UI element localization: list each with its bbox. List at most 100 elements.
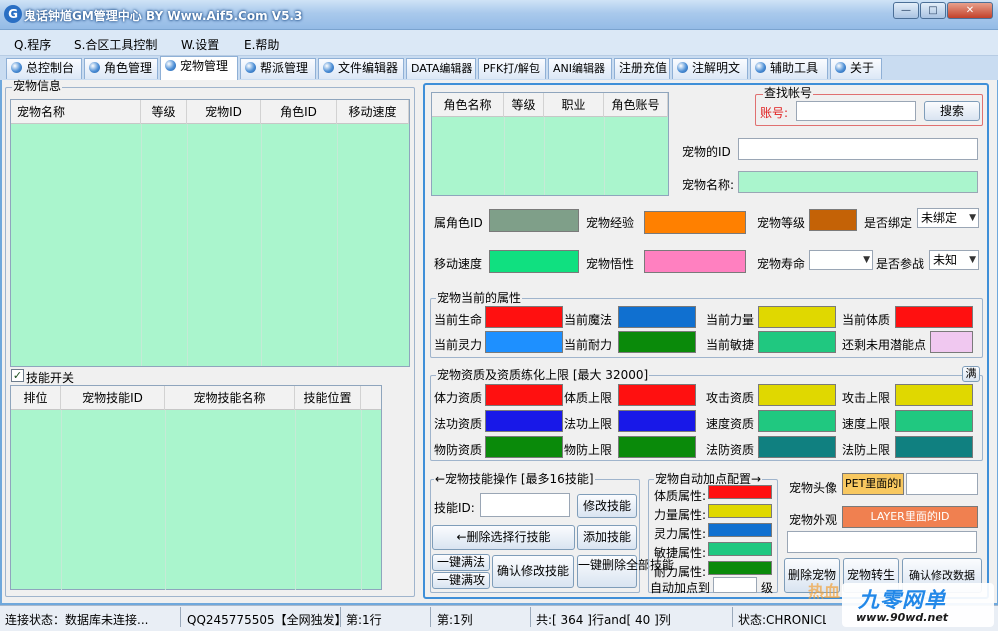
aptitude-title: 宠物资质及资质练化上限 [最大 32000] [436,368,650,382]
find-account-title: 查找帐号 [763,86,814,100]
col-role-id[interactable]: 角色ID [261,100,337,124]
owner-id-input[interactable] [489,209,579,232]
one-key-full-magic-button[interactable]: 一键满法 [432,554,490,571]
col-role-name[interactable]: 角色名称 [432,93,504,117]
tab-annotation[interactable]: 注解明文 [672,58,748,79]
auto-agi-input[interactable] [708,542,772,556]
menu-help[interactable]: E.帮助 [244,36,279,53]
auto-str-input[interactable] [708,504,772,518]
confirm-skill-button[interactable]: 确认修改技能 [492,555,574,588]
skill-switch-checkbox[interactable]: ✓ [11,369,24,382]
mdef-limit-input[interactable] [895,436,973,458]
tab-icon [755,62,766,73]
auto-end-input[interactable] [708,561,772,575]
auto-spi-input[interactable] [708,523,772,537]
maximize-button[interactable]: □ [920,2,946,19]
menu-merge-tools[interactable]: S.合区工具控制 [74,36,157,53]
max-aptitude-button[interactable]: 满 [962,366,980,382]
tab-pet-manage[interactable]: 宠物管理 [160,56,238,80]
cur-mp-input[interactable] [618,306,696,328]
tab-label: 文件编辑器 [338,61,399,75]
pet-head-label: 宠物头像 [789,481,838,495]
con-limit-input[interactable] [618,384,696,406]
pdef-apt-input[interactable] [485,436,563,458]
unused-points-input[interactable] [930,331,973,353]
col-pet-name[interactable]: 宠物名称 [11,100,141,124]
col-role-account[interactable]: 角色账号 [604,93,668,117]
watermark-hot-text: 热血 [808,582,841,601]
pet-level-input[interactable] [809,209,857,231]
cur-hp-input[interactable] [485,306,563,328]
tab-guild-manage[interactable]: 帮派管理 [240,58,316,79]
auto-con-input[interactable] [708,485,772,499]
cur-con-input[interactable] [895,306,973,328]
delete-selected-skill-button[interactable]: ←删除选择行技能 [432,525,575,550]
tab-file-editor[interactable]: 文件编辑器 [318,58,404,79]
tab-label: 宠物管理 [180,59,229,73]
atk-limit-label: 攻击上限 [842,391,891,405]
tab-about[interactable]: 关于 [830,58,882,79]
cur-str-input[interactable] [758,306,836,328]
col-rank[interactable]: 排位 [11,386,61,410]
col-skill-id[interactable]: 宠物技能ID [61,386,165,410]
col-pet-id[interactable]: 宠物ID [187,100,261,124]
menu-program[interactable]: Q.程序 [14,36,51,53]
tab-aux-tools[interactable]: 辅助工具 [750,58,828,79]
col-level[interactable]: 等级 [141,100,187,124]
col-job[interactable]: 职业 [544,93,604,117]
add-skill-button[interactable]: 添加技能 [577,525,637,550]
skill-id-input[interactable] [480,493,570,517]
connection-status: 连接状态：数据库未连接... [5,613,149,627]
move-speed-input[interactable] [489,250,579,273]
tab-data-editor[interactable]: DATA编辑器 [406,58,476,79]
col-role-level[interactable]: 等级 [504,93,544,117]
watermark-url: www.90wd.net [856,611,949,624]
search-button[interactable]: 搜索 [924,101,980,121]
col-move-speed[interactable]: 移动速度 [337,100,409,124]
minimize-button[interactable]: — [893,2,919,19]
atk-apt-input[interactable] [758,384,836,406]
cur-end-input[interactable] [618,331,696,353]
pet-head-input[interactable] [906,473,978,495]
role-table[interactable]: 角色名称 等级 职业 角色账号 [431,92,669,196]
savvy-input[interactable] [644,250,746,273]
mag-apt-input[interactable] [485,410,563,432]
auto-str-label: 力量属性: [654,508,707,522]
pet-id-input[interactable] [738,138,978,160]
atk-limit-input[interactable] [895,384,973,406]
tab-register-recharge[interactable]: 注册充值 [614,58,670,79]
pdef-limit-input[interactable] [618,436,696,458]
tab-role-manage[interactable]: 角色管理 [84,58,158,79]
mdef-apt-input[interactable] [758,436,836,458]
tab-pfk-pack[interactable]: PFK打/解包 [478,58,546,79]
close-button[interactable]: ✕ [947,2,993,19]
pet-list-table[interactable]: 宠物名称 等级 宠物ID 角色ID 移动速度 [10,99,410,367]
tab-ani-editor[interactable]: ANI编辑器 [548,58,612,79]
spd-apt-input[interactable] [758,410,836,432]
pet-name-input[interactable] [738,171,978,193]
menu-settings[interactable]: W.设置 [181,36,219,53]
tab-console[interactable]: 总控制台 [6,58,82,79]
fight-select[interactable]: 未知 ▼ [929,250,979,270]
modify-skill-button[interactable]: 修改技能 [577,494,637,518]
cur-spi-input[interactable] [485,331,563,353]
pet-look-input[interactable] [787,531,977,553]
spd-limit-input[interactable] [895,410,973,432]
auto-add-level-input[interactable] [713,577,757,593]
fight-value: 未知 [933,253,958,267]
cur-agi-input[interactable] [758,331,836,353]
hp-apt-input[interactable] [485,384,563,406]
one-key-full-attack-button[interactable]: 一键满攻 [432,572,490,589]
account-input[interactable] [796,101,916,121]
cur-agi-label: 当前敏捷 [706,338,755,352]
pet-life-select[interactable]: ▼ [809,250,873,270]
skill-op-title: ←宠物技能操作 [最多16技能] [434,472,595,486]
col-skill-position[interactable]: 技能位置 [295,386,361,410]
pet-exp-input[interactable] [644,211,746,234]
bound-select[interactable]: 未绑定 ▼ [917,208,979,228]
mag-limit-input[interactable] [618,410,696,432]
col-skill-name[interactable]: 宠物技能名称 [165,386,295,410]
pet-skill-table[interactable]: 排位 宠物技能ID 宠物技能名称 技能位置 [10,385,382,590]
delete-all-skills-button[interactable]: 一键删除全部技能 [577,555,674,588]
window-title: 鬼话钟馗GM管理中心 BY Www.Aif5.Com V5.3 [24,9,303,23]
